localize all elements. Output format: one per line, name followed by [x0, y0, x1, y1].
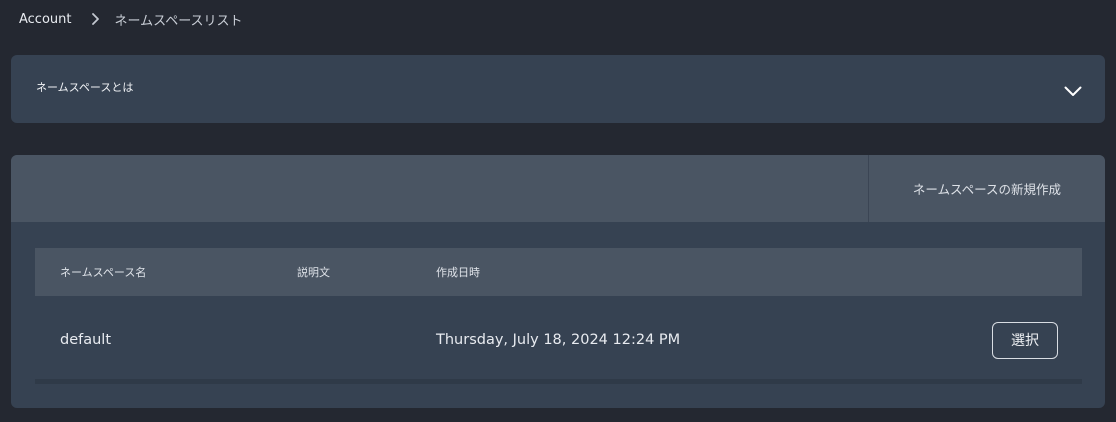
breadcrumb: Account ネームスペースリスト [19, 10, 243, 29]
table-row: default Thursday, July 18, 2024 12:24 PM… [35, 296, 1082, 384]
namespace-created-cell: Thursday, July 18, 2024 12:24 PM [436, 332, 681, 348]
breadcrumb-account-link[interactable]: Account [19, 12, 72, 27]
chevron-right-icon [89, 12, 103, 26]
column-header-name: ネームスペース名 [60, 266, 147, 279]
column-header-created: 作成日時 [436, 266, 480, 279]
chevron-down-icon[interactable] [1063, 81, 1083, 101]
select-namespace-button[interactable]: 選択 [992, 321, 1058, 359]
namespace-action-cell: 選択 [992, 296, 1058, 384]
namespace-table: ネームスペース名 説明文 作成日時 default Thursday, July… [35, 248, 1082, 384]
panel-header-spacer [11, 155, 868, 222]
panel-header: ネームスペースの新規作成 [11, 155, 1105, 222]
accordion-title: ネームスペースとは [36, 81, 134, 94]
namespace-list-page: Account ネームスペースリスト ネームスペースとは ネームスペースの新規作… [0, 0, 1116, 422]
breadcrumb-current: ネームスペースリスト [114, 13, 243, 29]
table-header: ネームスペース名 説明文 作成日時 [35, 248, 1082, 296]
namespace-list-panel: ネームスペースの新規作成 ネームスペース名 説明文 作成日時 default T… [11, 155, 1105, 408]
column-header-description: 説明文 [297, 266, 330, 279]
what-is-namespace-accordion[interactable]: ネームスペースとは [11, 55, 1105, 123]
namespace-name-cell: default [60, 332, 112, 348]
create-namespace-button[interactable]: ネームスペースの新規作成 [868, 155, 1105, 222]
